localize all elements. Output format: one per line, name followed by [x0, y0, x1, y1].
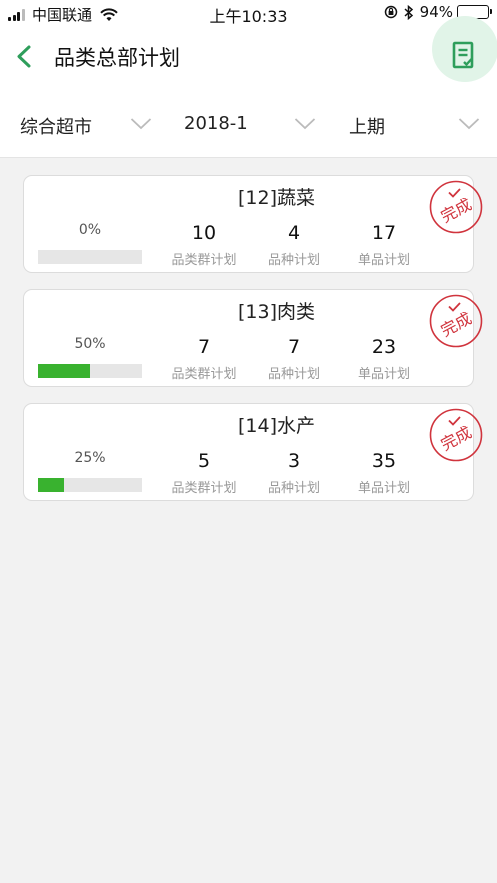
chevron-down-icon: [294, 118, 316, 130]
svg-text:完成: 完成: [438, 423, 475, 455]
category-card[interactable]: [13]肉类 50% 7 品类群计划 7 品种计划 23 单品计划 完成: [23, 289, 483, 387]
chevron-down-icon: [130, 118, 152, 130]
phase-value: 上期: [349, 117, 385, 138]
category-card[interactable]: [12]蔬菜 0% 10 品类群计划 4 品种计划 17 单品计划 完成: [23, 175, 483, 273]
store-type-filter[interactable]: 综合超市: [20, 86, 160, 158]
metric-caption: 品种计划: [267, 367, 320, 382]
progress-bar: [38, 250, 142, 264]
card-title: [14]水产: [237, 415, 315, 437]
metric-caption: 品类群计划: [171, 481, 237, 496]
chevron-left-icon: [17, 45, 31, 68]
metric-caption: 单品计划: [357, 481, 410, 496]
card-title: [13]肉类: [237, 301, 315, 323]
phase-filter[interactable]: 上期: [349, 86, 484, 158]
metric-value: 10: [191, 222, 217, 244]
chevron-down-icon: [458, 118, 480, 130]
back-button[interactable]: [10, 40, 40, 72]
complete-stamp-icon: 完成: [429, 408, 483, 462]
metric-value: 35: [371, 450, 397, 472]
metric-value: 3: [287, 450, 301, 472]
complete-stamp-icon: 完成: [429, 180, 483, 234]
progress-percent: 25%: [74, 450, 106, 466]
status-bar: 中国联通 上午10:33 94%: [0, 0, 497, 26]
metric-value: 7: [197, 336, 211, 358]
complete-stamp-icon: 完成: [429, 294, 483, 348]
header: 品类总部计划: [0, 16, 497, 86]
metric-caption: 品种计划: [267, 253, 320, 268]
card-title: [12]蔬菜: [237, 187, 315, 209]
metric-value: 7: [287, 336, 301, 358]
progress-percent: 0%: [78, 222, 102, 238]
metric-caption: 品种计划: [267, 481, 320, 496]
metric-caption: 品类群计划: [171, 253, 237, 268]
metric-value: 23: [371, 336, 397, 358]
bluetooth-icon: [404, 4, 413, 20]
store-type-value: 综合超市: [20, 117, 92, 138]
metric-caption: 单品计划: [357, 253, 410, 268]
svg-text:完成: 完成: [438, 309, 475, 341]
metric-value: 5: [197, 450, 211, 472]
filter-bar: 综合超市 2018-1 上期: [0, 86, 497, 158]
category-card[interactable]: [14]水产 25% 5 品类群计划 3 品种计划 35 单品计划 完成: [23, 403, 483, 501]
progress-bar: [38, 478, 142, 492]
metric-value: 17: [371, 222, 397, 244]
page-title: 品类总部计划: [54, 46, 180, 70]
battery-percent: 94%: [419, 3, 453, 21]
svg-text:完成: 完成: [438, 195, 475, 227]
orientation-lock-icon: [384, 5, 397, 19]
metric-caption: 品类群计划: [171, 367, 237, 382]
period-value: 2018-1: [184, 113, 248, 134]
metric-value: 4: [287, 222, 301, 244]
period-filter[interactable]: 2018-1: [184, 86, 324, 158]
document-check-icon: [452, 41, 474, 69]
progress-percent: 50%: [74, 336, 106, 352]
progress-bar: [38, 364, 142, 378]
metric-caption: 单品计划: [357, 367, 410, 382]
plan-document-button[interactable]: [432, 16, 497, 82]
